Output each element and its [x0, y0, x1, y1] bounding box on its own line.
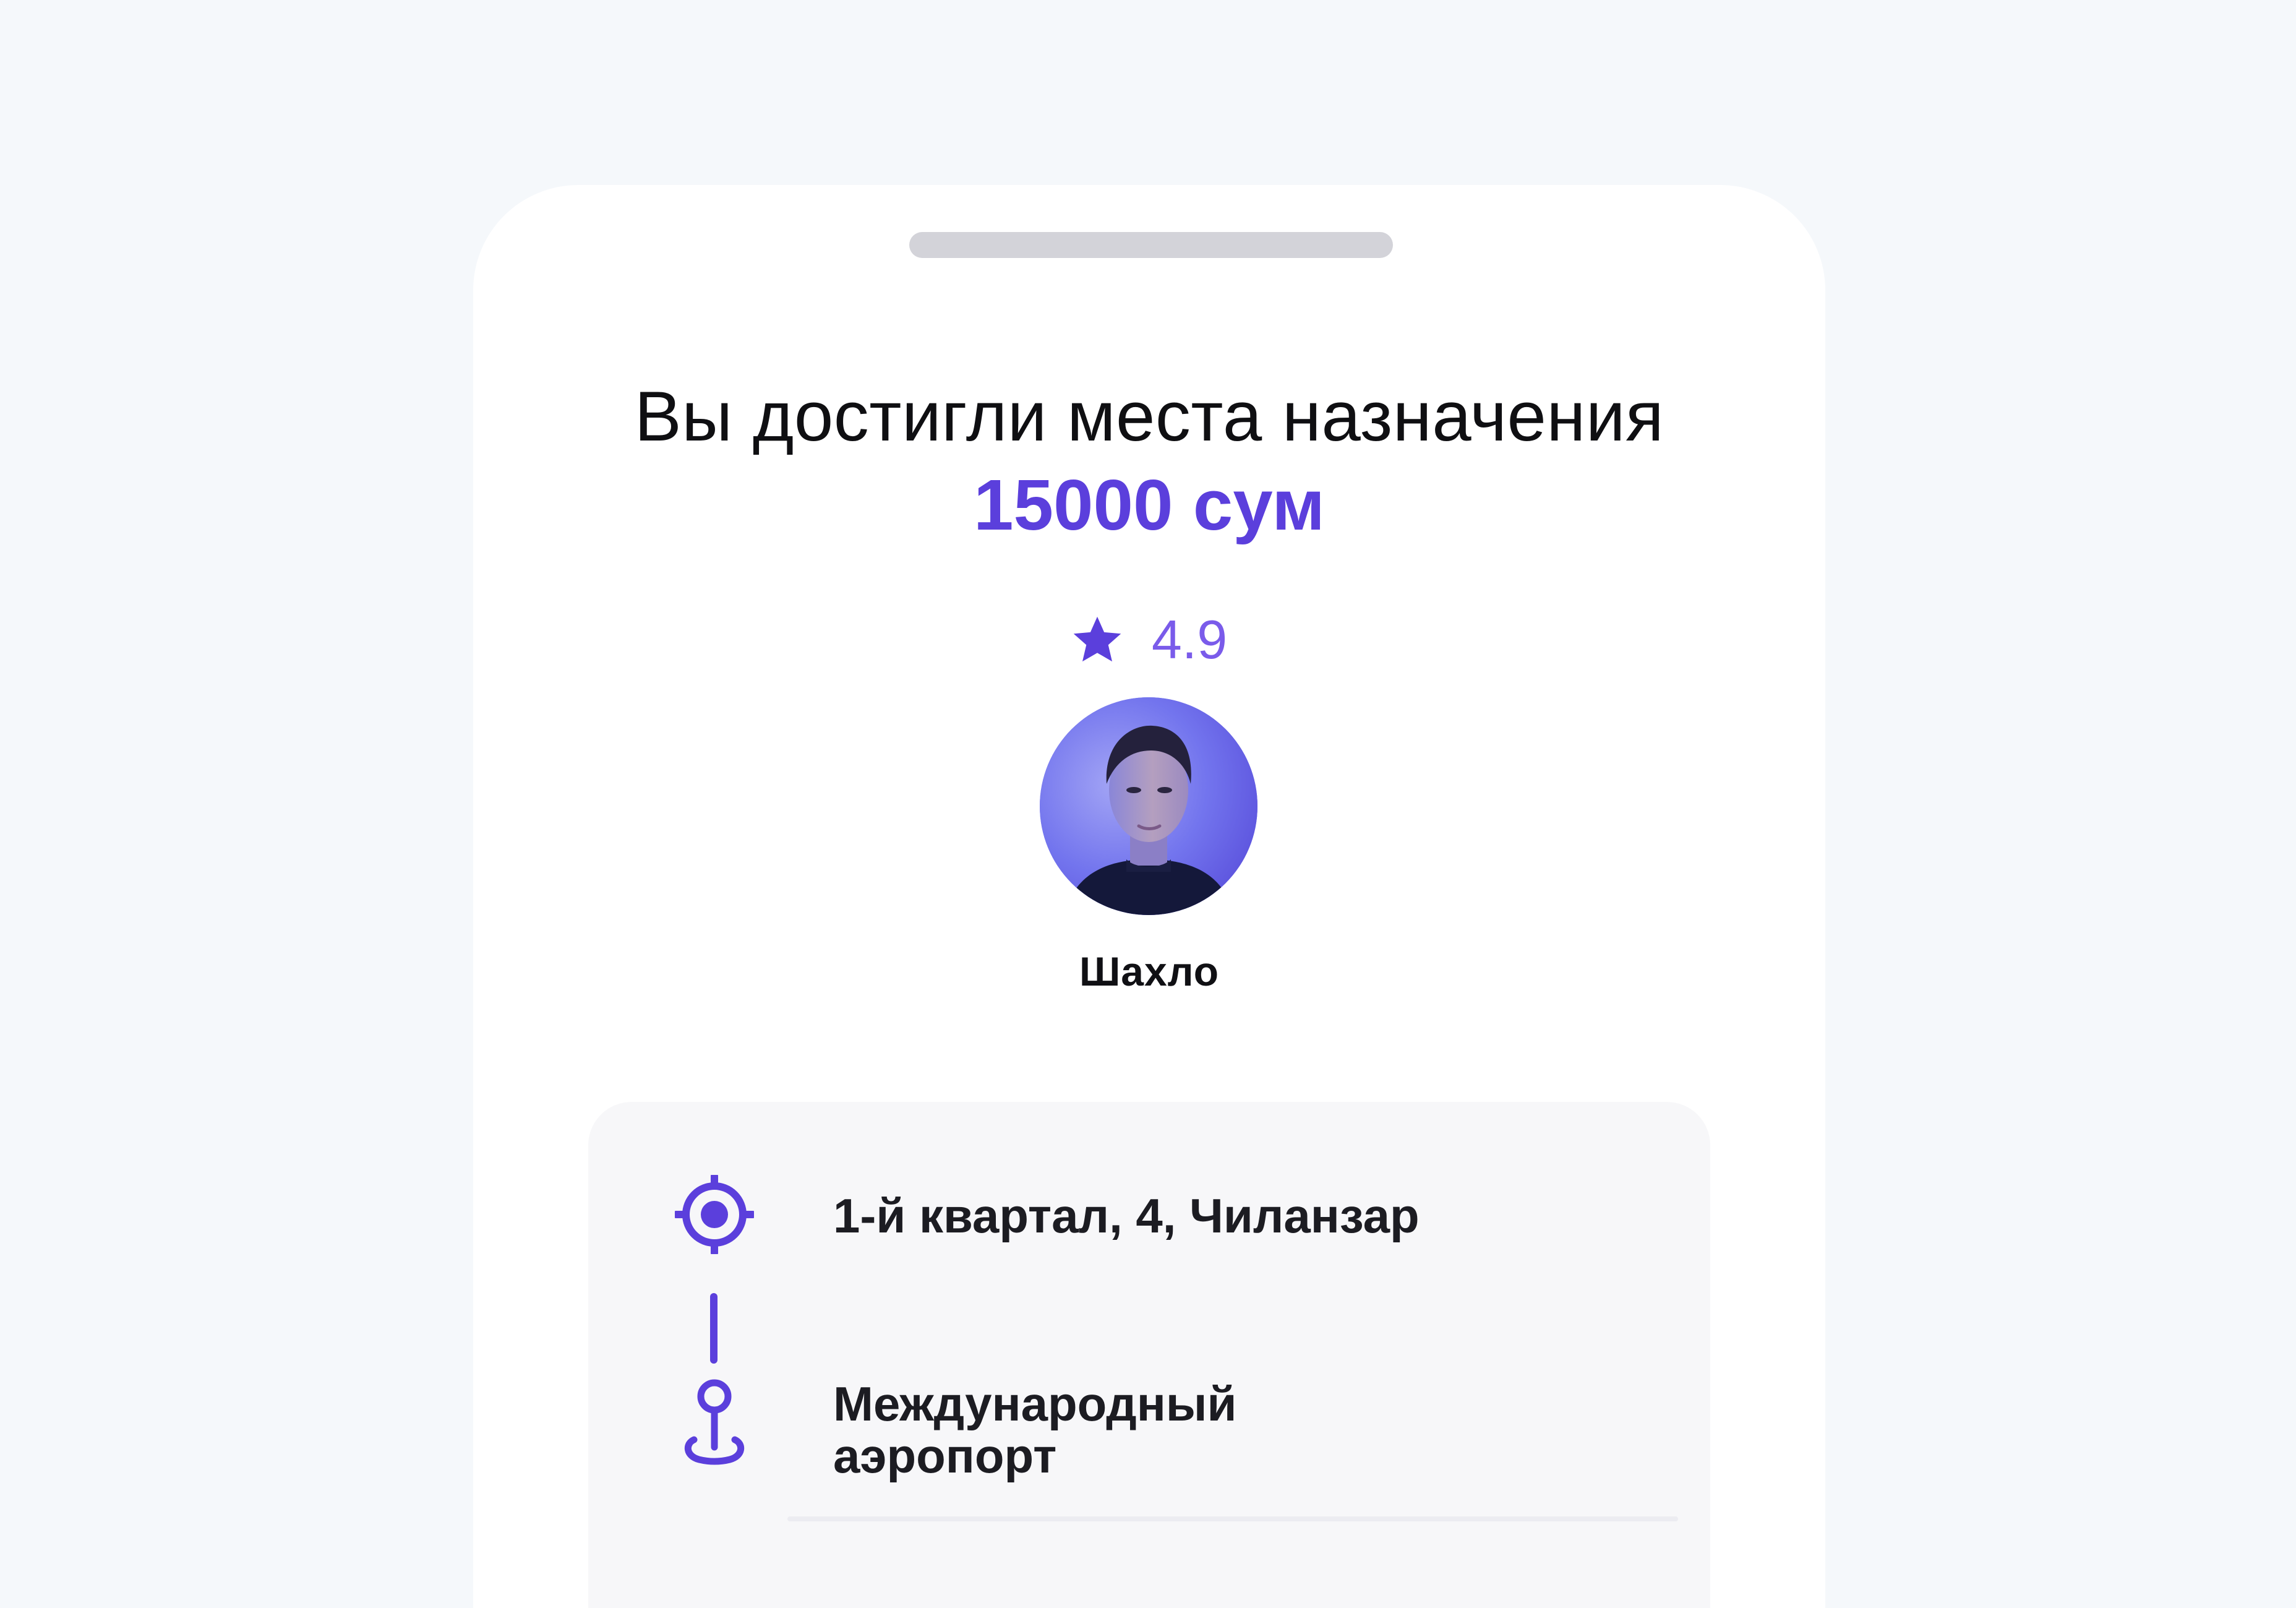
destination-line-2: аэропорт: [833, 1429, 1057, 1483]
route-divider: [787, 1516, 1678, 1521]
trip-price: 15000 сум: [973, 465, 1326, 545]
destination-pin-icon: [680, 1378, 748, 1470]
pickup-address[interactable]: 1-й квартал, 4, Чиланзар: [833, 1190, 1420, 1242]
destination-line-1: Международный: [833, 1377, 1237, 1431]
route-card: 1-й квартал, 4, Чиланзар Международный а…: [588, 1102, 1710, 1608]
driver-name: Шахло: [1079, 948, 1220, 994]
screen: { "trip": { "title": "Вы достигли места …: [0, 0, 2296, 1608]
pickup-target-icon: [672, 1172, 756, 1257]
driver-avatar[interactable]: [1040, 697, 1257, 915]
star-icon: [1071, 615, 1123, 664]
rating-value: 4.9: [1151, 609, 1228, 670]
sheet-grabber-handle[interactable]: [909, 232, 1393, 258]
route-connector-line: [710, 1293, 718, 1364]
arrival-title: Вы достигли места назначения: [634, 377, 1664, 456]
destination-address[interactable]: Международный аэропорт: [833, 1378, 1390, 1482]
driver-rating: 4.9: [473, 606, 1825, 674]
bottom-sheet: Вы достигли места назначения 15000 сум 4…: [473, 185, 1825, 1608]
